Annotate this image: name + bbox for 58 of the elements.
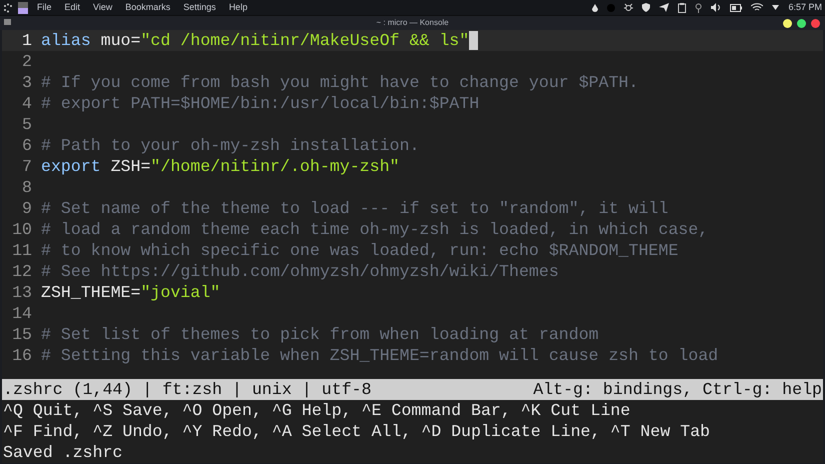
code-comment: # If you come from bash you might have to change your $PATH. (41, 72, 638, 93)
code-comment: # Path to your oh-my-zsh installation. (41, 135, 420, 156)
menu-item[interactable]: Edit (64, 0, 80, 14)
window-title: ~ : micro — Konsole (376, 17, 449, 29)
line-number: 9 (21, 198, 33, 219)
line-number: 2 (21, 51, 33, 72)
line-number: 8 (21, 177, 33, 198)
text-cursor (469, 31, 478, 50)
wifi-icon[interactable] (751, 3, 764, 12)
droplet-icon[interactable] (592, 4, 598, 12)
code-comment: # load a random theme each time oh-my-zsh is loaded, in which case, (41, 219, 708, 240)
clock: 6:57 PM (788, 0, 822, 14)
code-line: alias muo="cd /home/nitinr/MakeUseOf && ls" (41, 30, 470, 51)
maximize-button[interactable] (797, 19, 806, 28)
terminal-icon (4, 19, 11, 25)
bug-icon[interactable] (624, 3, 634, 12)
line-number: 7 (21, 156, 33, 177)
close-button[interactable] (811, 19, 820, 28)
line-number: 12 (11, 261, 33, 282)
line-number: 14 (11, 303, 33, 324)
line-number: 15 (11, 324, 33, 345)
menu-item[interactable]: File (37, 0, 52, 14)
menu-item[interactable]: View (93, 0, 112, 14)
code-line: ZSH_THEME="jovial" (41, 282, 220, 303)
speaker-icon[interactable] (711, 3, 722, 12)
code-line: export ZSH="/home/nitinr/.oh-my-zsh" (41, 156, 400, 177)
code-comment: # Setting this variable when ZSH_THEME=random will cause zsh to load (41, 345, 718, 366)
minimize-button[interactable] (783, 19, 792, 28)
file-info: .zshrc (1,44) | ft:zsh | unix | utf-8 (3, 379, 372, 400)
line-number: 16 (11, 345, 33, 366)
menu-item[interactable]: Settings (183, 0, 216, 14)
line-number: 1 (2, 30, 41, 51)
line-number: 3 (21, 72, 33, 93)
paper-plane-icon[interactable] (659, 3, 670, 12)
line-number: 11 (11, 240, 33, 261)
shortcut-help: ^Q Quit, ^S Save, ^O Open, ^G Help, ^E Command Bar, ^K Cut Line (3, 400, 632, 421)
status-message: Saved .zshrc (2, 442, 124, 463)
keybinding-hint: Alt-g: bindings, Ctrl-g: help (533, 379, 822, 400)
caret-icon[interactable] (772, 5, 780, 10)
menu-item[interactable]: Help (228, 0, 248, 14)
location-pin-icon[interactable] (695, 2, 702, 12)
line-number: 13 (11, 282, 33, 303)
launcher-icon[interactable] (3, 2, 13, 12)
line-number: 4 (21, 93, 33, 114)
shield-icon[interactable] (642, 3, 650, 12)
clipboard-icon[interactable] (678, 2, 686, 12)
app-icon[interactable] (18, 2, 28, 14)
line-number: 10 (11, 219, 33, 240)
line-number: 6 (21, 135, 33, 156)
code-comment: # to know which specific one was loaded, run: echo $RANDOM_THEME (41, 240, 678, 261)
code-comment: # export PATH=$HOME/bin:/usr/local/bin:$PATH (41, 93, 480, 114)
battery-icon[interactable] (730, 4, 742, 12)
code-comment: # Set list of themes to pick from when loading at random (41, 324, 599, 345)
menu-item[interactable]: Bookmarks (125, 0, 170, 14)
code-comment: # See https://github.com/ohmyzsh/ohmyzsh/wiki/Themes (41, 261, 559, 282)
code-comment: # Set name of the theme to load --- if set to "random", it will (41, 198, 668, 219)
shortcut-help: ^F Find, ^Z Undo, ^Y Redo, ^A Select All, ^D Duplicate Line, ^T New Tab (3, 421, 712, 442)
line-number: 5 (21, 114, 33, 135)
